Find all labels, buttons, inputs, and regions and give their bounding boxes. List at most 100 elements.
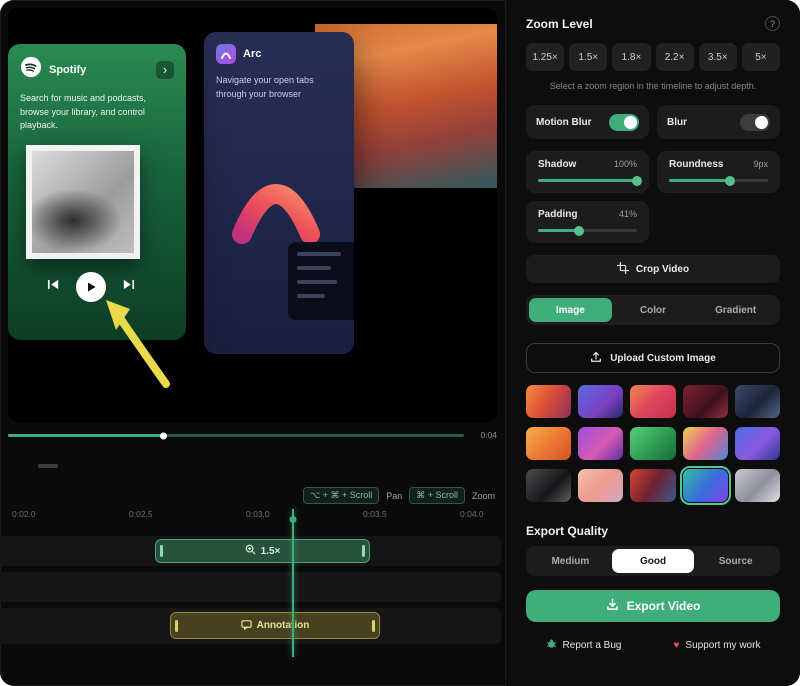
arc-large-logo-icon — [228, 160, 324, 251]
support-link[interactable]: ♥ Support my work — [673, 640, 760, 651]
zoom-option-button[interactable]: 1.5× — [569, 43, 607, 71]
ruler-tick: 0:02.5 — [129, 509, 153, 519]
crop-video-label: Crop Video — [636, 264, 689, 275]
wallpaper-thumb[interactable] — [735, 427, 780, 460]
timeline-shortcut-hints: ⌥ + ⌘ + Scroll Pan ⌘ + Scroll Zoom — [303, 487, 495, 504]
padding-slider-card: Padding 41% — [526, 201, 649, 243]
upload-custom-image-button[interactable]: Upload Custom Image — [526, 343, 780, 373]
annotation-arrow — [86, 286, 181, 391]
arc-tab-list-overlay — [288, 242, 354, 320]
pan-shortcut-chip: ⌥ + ⌘ + Scroll — [303, 487, 379, 504]
tab-gradient[interactable]: Gradient — [694, 298, 777, 322]
quality-medium[interactable]: Medium — [529, 549, 612, 573]
toggle-knob — [624, 116, 637, 129]
duration-label: 0:04 — [480, 430, 497, 440]
upload-icon — [590, 351, 602, 366]
heart-icon: ♥ — [673, 640, 679, 651]
motion-blur-toggle[interactable] — [609, 114, 639, 131]
playback-progress-bar[interactable]: 0:04 — [8, 429, 497, 441]
progress-handle[interactable] — [160, 432, 167, 439]
zoom-option-button[interactable]: 3.5× — [699, 43, 737, 71]
zoom-option-button[interactable]: 5× — [742, 43, 780, 71]
wallpaper-thumb[interactable] — [683, 385, 728, 418]
wallpaper-thumb[interactable] — [735, 469, 780, 502]
wallpaper-thumb[interactable] — [578, 427, 623, 460]
export-video-button[interactable]: Export Video — [526, 590, 780, 622]
settings-panel: Zoom Level ? 1.25× 1.5× 1.8× 2.2× 3.5× 5… — [505, 0, 800, 686]
tab-image[interactable]: Image — [529, 298, 612, 322]
shadow-label: Shadow — [538, 159, 576, 170]
slider-knob[interactable] — [632, 176, 642, 186]
zoom-level-options: 1.25× 1.5× 1.8× 2.2× 3.5× 5× — [526, 43, 780, 71]
playhead[interactable] — [292, 509, 294, 657]
slider-knob[interactable] — [725, 176, 735, 186]
slider-knob[interactable] — [574, 226, 584, 236]
zoom-option-button[interactable]: 2.2× — [656, 43, 694, 71]
video-preview[interactable]: Arc Navigate your open tabs through your… — [8, 8, 497, 422]
wallpaper-thumb[interactable] — [526, 427, 571, 460]
download-icon — [606, 598, 619, 614]
panel-header: Zoom Level ? — [526, 16, 780, 31]
annotation-segment[interactable]: Annotation — [170, 612, 380, 639]
zoom-label: Zoom — [472, 491, 495, 501]
wallpaper-thumb[interactable] — [735, 385, 780, 418]
app-window: Arc Navigate your open tabs through your… — [0, 0, 800, 686]
export-video-label: Export Video — [627, 599, 701, 613]
help-icon[interactable]: ? — [765, 16, 780, 31]
spotify-card-description: Search for music and podcasts, browse yo… — [20, 92, 172, 133]
timeline-resize-handle[interactable] — [38, 464, 58, 468]
background-type-tabs: Image Color Gradient — [526, 295, 780, 325]
export-quality-title: Export Quality — [526, 524, 780, 538]
padding-value: 41% — [619, 209, 637, 220]
style-sliders: Shadow 100% Roundness 9px Padding — [526, 151, 780, 243]
shadow-slider[interactable] — [538, 179, 637, 182]
quality-source[interactable]: Source — [694, 549, 777, 573]
zoom-segment-label: 1.5× — [261, 546, 281, 557]
ruler-tick: 0:03.0 — [246, 509, 270, 519]
timeline-ruler[interactable]: 0:02.0 0:02.5 0:03.0 0:03.5 0:04.0 — [0, 509, 505, 521]
annotation-bubble-icon — [241, 619, 252, 633]
progress-track[interactable] — [8, 434, 464, 437]
support-label: Support my work — [685, 640, 760, 651]
clip-track[interactable] — [0, 572, 501, 602]
editor-area: Arc Navigate your open tabs through your… — [0, 0, 505, 686]
arc-card-description: Navigate your open tabs through your bro… — [216, 74, 332, 102]
report-bug-label: Report a Bug — [563, 640, 622, 651]
album-art-image — [32, 151, 134, 253]
pan-label: Pan — [386, 491, 402, 501]
ruler-tick: 0:03.5 — [363, 509, 387, 519]
wallpaper-thumb-selected[interactable] — [683, 469, 728, 502]
quality-good[interactable]: Good — [612, 549, 695, 573]
zoom-option-button[interactable]: 1.8× — [612, 43, 650, 71]
zoom-shortcut-chip: ⌘ + Scroll — [409, 487, 465, 504]
wallpaper-thumb[interactable] — [683, 427, 728, 460]
wallpaper-thumb[interactable] — [630, 385, 675, 418]
magnifier-plus-icon — [245, 544, 256, 558]
zoom-level-title: Zoom Level — [526, 17, 593, 31]
tab-color[interactable]: Color — [612, 298, 695, 322]
roundness-slider[interactable] — [669, 179, 768, 182]
album-art — [26, 145, 140, 259]
wallpaper-thumb[interactable] — [578, 469, 623, 502]
panel-footer: Report a Bug ♥ Support my work — [526, 638, 780, 652]
blur-toggle[interactable] — [740, 114, 770, 131]
progress-fill — [8, 434, 163, 437]
wallpaper-thumb[interactable] — [630, 427, 675, 460]
spotify-card-title: Spotify — [49, 64, 149, 76]
wallpaper-thumb[interactable] — [578, 385, 623, 418]
ruler-tick: 0:04.0 — [460, 509, 484, 519]
report-bug-link[interactable]: Report a Bug — [546, 638, 622, 652]
zoom-option-button[interactable]: 1.25× — [526, 43, 564, 71]
padding-slider[interactable] — [538, 229, 637, 232]
crop-icon — [617, 262, 629, 277]
wallpaper-thumb[interactable] — [526, 469, 571, 502]
wallpaper-grid — [526, 385, 780, 502]
wallpaper-thumb[interactable] — [630, 469, 675, 502]
spotify-logo-icon — [20, 56, 42, 83]
wallpaper-thumb[interactable] — [526, 385, 571, 418]
zoom-segment[interactable]: 1.5× — [155, 539, 370, 563]
spotify-card-header: Spotify › — [20, 56, 174, 83]
crop-video-button[interactable]: Crop Video — [526, 255, 780, 283]
roundness-value: 9px — [753, 159, 768, 170]
playhead-dot[interactable] — [290, 516, 297, 523]
